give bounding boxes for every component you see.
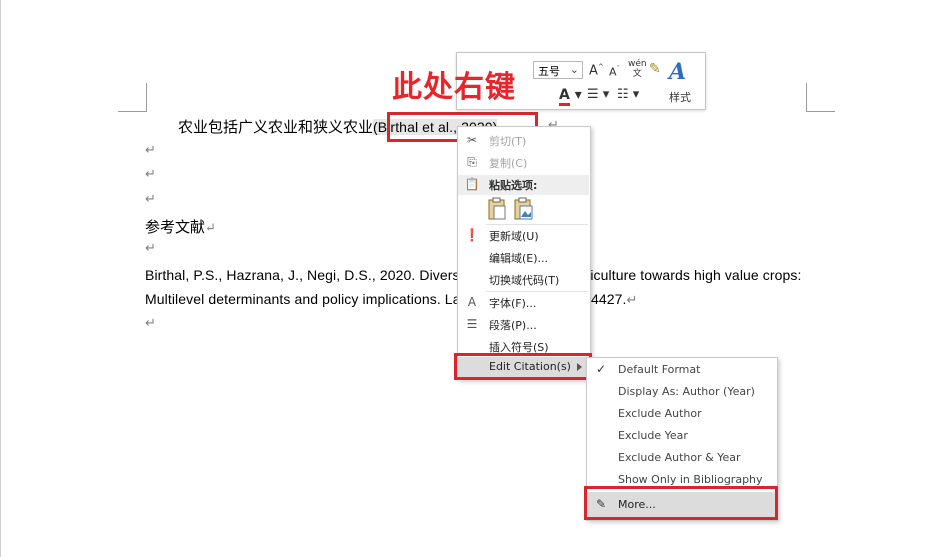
shrink-font-button[interactable]: Aˇ — [609, 65, 620, 79]
paste-options-header: 📋 粘贴选项: — [458, 175, 589, 195]
heading-text: 参考文献 — [145, 218, 206, 236]
menu-item-copy[interactable]: ⎘ 复制(C) — [458, 152, 590, 174]
chevron-down-icon: ⌄ — [569, 63, 579, 76]
copy-icon: ⎘ — [467, 155, 477, 169]
references-heading[interactable]: 参考文献↵ — [145, 216, 216, 237]
menu-item-label: 复制(C) — [489, 157, 528, 170]
paragraph-mark: ↵ — [145, 316, 156, 331]
menu-item-label: 编辑域(E)... — [489, 252, 549, 265]
submenu-item-exclude-author[interactable]: Exclude Author — [587, 403, 777, 425]
submenu-item-default-format[interactable]: ✓ Default Format — [587, 359, 777, 381]
numbered-list-icon: ☷ — [617, 87, 629, 102]
font-color-icon: A — [559, 87, 570, 106]
submenu-item-label: Exclude Author — [618, 407, 702, 420]
paste-picture-button[interactable] — [512, 197, 534, 221]
paragraph-mark: ↵ — [205, 221, 216, 236]
paragraph-mark: ↵ — [145, 192, 156, 207]
submenu-item-label: Display As: Author (Year) — [618, 385, 755, 398]
annotation-right-click-here: 此处右键 — [392, 70, 516, 105]
menu-item-label: 剪切(T) — [489, 135, 527, 148]
paste-icon: 📋 — [464, 177, 480, 191]
submenu-item-label: Exclude Author & Year — [618, 451, 741, 464]
format-painter-icon[interactable]: ✎ — [649, 61, 661, 77]
cut-icon: ✂ — [466, 133, 478, 147]
bullets-button[interactable]: ☰ ▾ — [587, 87, 609, 102]
check-icon: ✓ — [596, 362, 607, 376]
phonetic-guide-icon: wén — [628, 59, 647, 69]
paragraph-mark: ↵ — [145, 167, 156, 182]
font-icon: A — [467, 295, 477, 309]
styles-label: 样式 — [669, 91, 691, 104]
menu-item-label: 更新域(U) — [489, 230, 539, 243]
menu-item-toggle-field-codes[interactable]: 切换域代码(T) — [458, 269, 590, 291]
submenu-item-label: Show Only in Bibliography — [618, 473, 763, 486]
submenu-item-exclude-year[interactable]: Exclude Year — [587, 425, 777, 447]
menu-item-label: 段落(P)... — [489, 319, 537, 332]
menu-item-font[interactable]: A 字体(F)... — [458, 292, 590, 314]
paragraph-mark: ↵ — [145, 241, 156, 256]
paste-keep-source-icon — [488, 197, 506, 220]
menu-item-label: 切换域代码(T) — [489, 274, 560, 287]
paragraph-mark: ↵ — [145, 143, 156, 158]
edit-citations-highlight-box — [454, 353, 592, 380]
paste-picture-icon — [514, 197, 533, 220]
page-edge — [0, 0, 1, 557]
update-field-icon: ❗ — [464, 228, 480, 242]
submenu-item-exclude-author-year[interactable]: Exclude Author & Year — [587, 447, 777, 469]
paragraph-icon: ☰ — [466, 317, 478, 331]
styles-icon[interactable]: A — [669, 59, 686, 85]
font-size-dropdown[interactable]: 五号 ⌄ — [533, 61, 583, 79]
margin-corner-top-right — [806, 83, 835, 112]
grow-font-button[interactable]: A^ — [589, 63, 604, 78]
menu-item-paragraph[interactable]: ☰ 段落(P)... — [458, 314, 590, 336]
paragraph-mark: ↵ — [626, 292, 638, 307]
paragraph-text: 农业包括广义农业和狭义农业 — [178, 118, 374, 136]
context-menu: ✂ 剪切(T) ⎘ 复制(C) 📋 粘贴选项: ❗ 更新域(U) 编辑域(E).… — [457, 126, 591, 380]
menu-item-cut[interactable]: ✂ 剪切(T) — [458, 130, 590, 152]
submenu-item-label: Exclude Year — [618, 429, 688, 442]
paste-keep-source-button[interactable] — [486, 197, 508, 221]
menu-item-label: 字体(F)... — [489, 297, 537, 310]
bullet-list-icon: ☰ — [587, 87, 599, 102]
font-color-button[interactable]: A ▾ — [559, 87, 582, 106]
more-highlight-box — [584, 486, 778, 520]
font-size-value: 五号 — [538, 65, 560, 78]
menu-item-edit-field[interactable]: 编辑域(E)... — [458, 247, 590, 269]
numbering-button[interactable]: ☷ ▾ — [617, 87, 639, 102]
submenu-item-display-author-year[interactable]: Display As: Author (Year) — [587, 381, 777, 403]
margin-corner-top-left — [118, 83, 147, 112]
submenu-item-label: Default Format — [618, 363, 701, 376]
phonetic-guide-button[interactable]: wén 文 — [628, 59, 647, 79]
menu-item-update-field[interactable]: ❗ 更新域(U) — [458, 225, 590, 247]
shrink-font-icon: A — [609, 65, 617, 79]
grow-font-icon: A — [589, 63, 598, 79]
menu-item-label: 粘贴选项: — [489, 179, 538, 192]
